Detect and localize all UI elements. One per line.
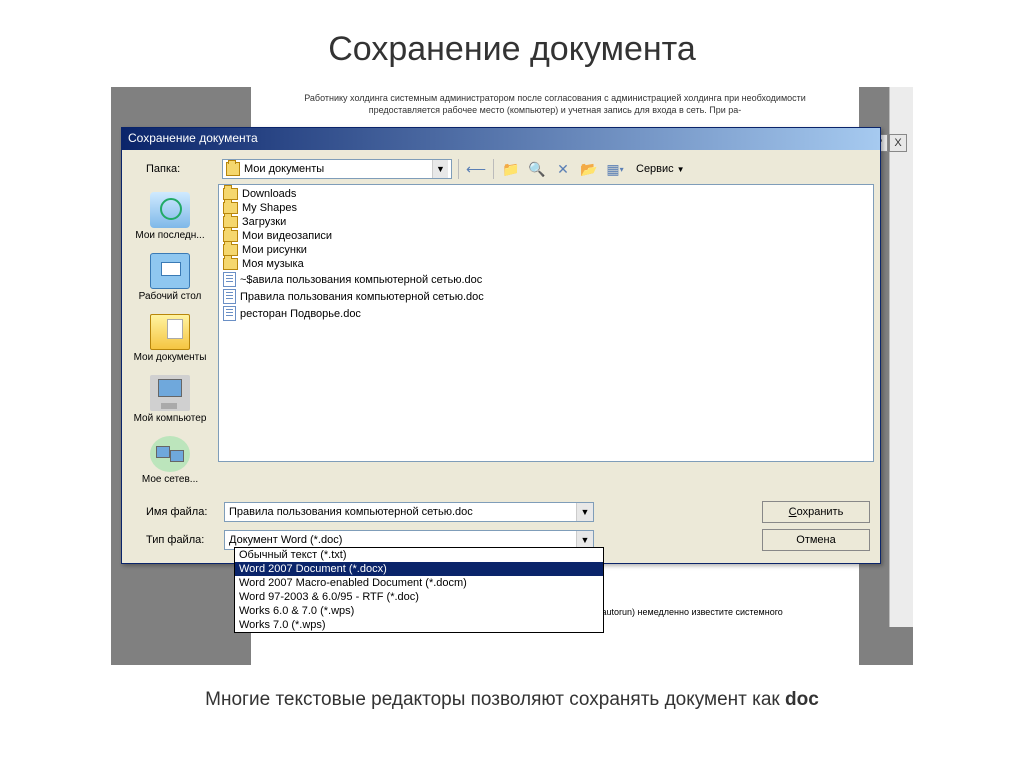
filetype-option[interactable]: Обычный текст (*.txt) <box>235 548 603 562</box>
slide-caption: Многие текстовые редакторы позволяют сох… <box>0 689 1024 711</box>
document-icon <box>223 272 236 287</box>
filetype-option[interactable]: Word 2007 Macro-enabled Document (*.docm… <box>235 576 603 590</box>
list-item[interactable]: Правила пользования компьютерной сетью.d… <box>221 288 871 305</box>
filetype-label: Тип файла: <box>128 534 218 546</box>
filetype-option[interactable]: Word 97-2003 & 6.0/95 - RTF (*.doc) <box>235 590 603 604</box>
slide-title: Сохранение документа <box>0 0 1024 87</box>
list-item[interactable]: Мои видеозаписи <box>221 229 871 243</box>
cancel-button[interactable]: Отмена <box>762 529 870 551</box>
list-item[interactable]: ~$авила пользования компьютерной сетью.d… <box>221 271 871 288</box>
dialog-bottom: Имя файла: Правила пользования компьютер… <box>122 495 880 563</box>
network-icon <box>150 436 190 472</box>
folder-value: Мои документы <box>244 163 324 175</box>
dialog-titlebar: Сохранение документа <box>122 128 880 150</box>
new-folder-icon[interactable]: 📂 <box>578 158 600 180</box>
place-desktop[interactable]: Рабочий стол <box>127 249 213 308</box>
list-item[interactable]: Моя музыка <box>221 257 871 271</box>
filetype-options-list[interactable]: Обычный текст (*.txt)Word 2007 Document … <box>234 547 604 633</box>
doc-close-button[interactable]: X <box>889 134 907 152</box>
recent-icon <box>150 192 190 228</box>
document-icon <box>223 289 236 304</box>
save-dialog: Сохранение документа Папка: Мои документ… <box>121 127 881 564</box>
folder-icon <box>223 258 238 270</box>
place-mycomputer[interactable]: Мой компьютер <box>127 371 213 430</box>
list-item[interactable]: Мои рисунки <box>221 243 871 257</box>
back-icon[interactable]: ⟵ <box>465 158 487 180</box>
filetype-option[interactable]: Works 6.0 & 7.0 (*.wps) <box>235 604 603 618</box>
chevron-down-icon: ▼ <box>432 160 448 178</box>
vertical-ruler <box>889 87 913 627</box>
folder-icon <box>226 162 240 176</box>
place-recent[interactable]: Мои последн... <box>127 188 213 247</box>
places-bar: Мои последн... Рабочий стол Мои документ… <box>122 184 218 495</box>
app-background: Работнику холдинга системным администрат… <box>111 87 913 665</box>
place-network[interactable]: Мое сетев... <box>127 432 213 491</box>
file-list[interactable]: DownloadsMy ShapesЗагрузкиМои видеозапис… <box>218 184 874 462</box>
list-item[interactable]: My Shapes <box>221 201 871 215</box>
list-item[interactable]: Загрузки <box>221 215 871 229</box>
up-level-icon[interactable]: 📁 <box>500 158 522 180</box>
dialog-toolbar: Папка: Мои документы ▼ ⟵ 📁 🔍 ✕ 📂 ▦▾ Серв… <box>122 150 880 184</box>
search-web-icon[interactable]: 🔍 <box>526 158 548 180</box>
chevron-down-icon[interactable]: ▼ <box>576 503 593 521</box>
computer-icon <box>150 375 190 411</box>
folder-dropdown[interactable]: Мои документы ▼ <box>222 159 452 179</box>
filetype-option[interactable]: Word 2007 Document (*.docx) <box>235 562 603 576</box>
doc-bg-text: Работнику холдинга системным администрат… <box>251 87 859 122</box>
documents-icon <box>150 314 190 350</box>
folder-label: Папка: <box>128 163 218 175</box>
views-icon[interactable]: ▦▾ <box>604 158 626 180</box>
filetype-option[interactable]: Works 7.0 (*.wps) <box>235 618 603 632</box>
place-mydocs[interactable]: Мои документы <box>127 310 213 369</box>
list-item[interactable]: ресторан Подворье.doc <box>221 305 871 322</box>
filename-label: Имя файла: <box>128 506 218 518</box>
desktop-icon <box>150 253 190 289</box>
service-menu[interactable]: Сервис▼ <box>630 158 691 180</box>
document-icon <box>223 306 236 321</box>
save-button[interactable]: Сохранить <box>762 501 870 523</box>
delete-icon[interactable]: ✕ <box>552 158 574 180</box>
filename-input[interactable]: Правила пользования компьютерной сетью.d… <box>224 502 594 522</box>
list-item[interactable]: Downloads <box>221 187 871 201</box>
